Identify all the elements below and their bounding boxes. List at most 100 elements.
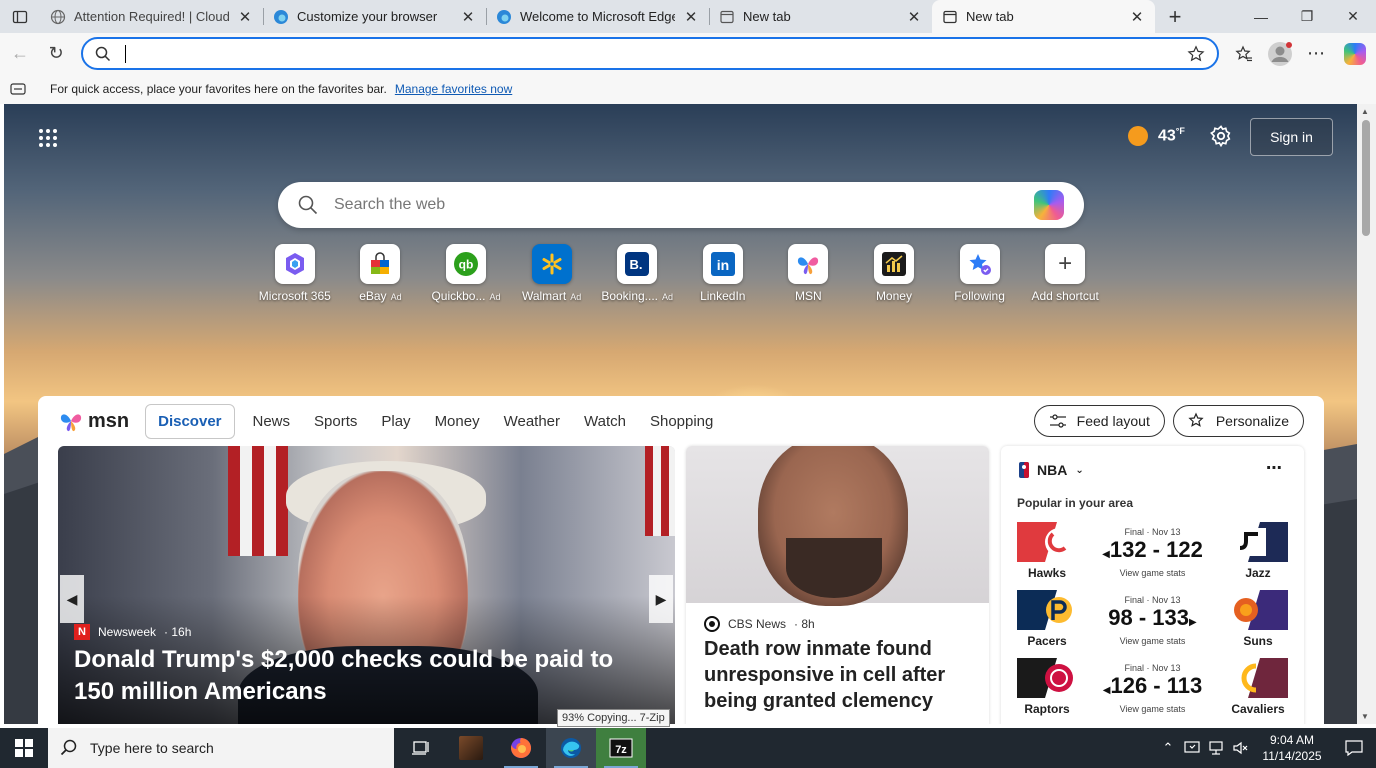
shortcut-booking[interactable]: B. Booking.... Ad (594, 244, 680, 303)
shortcut-walmart[interactable]: Walmart Ad (509, 244, 595, 303)
tray-chevron-up-icon[interactable]: ⌃ (1156, 740, 1180, 756)
tab-close-icon[interactable]: ✕ (906, 8, 922, 26)
msn-logo[interactable]: msn (58, 408, 129, 434)
view-game-stats-link[interactable]: View game stats (1097, 568, 1208, 578)
team-home: Pacers (1017, 590, 1097, 650)
shortcut-linkedin[interactable]: in LinkedIn (680, 244, 766, 303)
taskbar-edge[interactable] (546, 728, 596, 768)
tab-customize[interactable]: Customize your browser ✕ (263, 0, 486, 33)
profile-avatar[interactable] (1262, 41, 1298, 67)
copilot-icon[interactable] (1334, 42, 1376, 65)
taskbar-clock[interactable]: 9:04 AM 11/14/2025 (1252, 732, 1332, 764)
hero-news-card[interactable]: ◀ ▶ N Newsweek · 16h Donald Trump's $2,0… (58, 446, 675, 724)
restore-icon[interactable]: ❐ (1284, 0, 1330, 33)
tab-close-icon[interactable]: ✕ (1129, 8, 1145, 26)
more-options-icon[interactable]: ⋯ (1266, 458, 1282, 478)
view-game-stats-link[interactable]: View game stats (1097, 704, 1208, 714)
address-bar[interactable] (81, 37, 1219, 70)
tab-discover[interactable]: Discover (145, 403, 235, 439)
hero-headline[interactable]: Donald Trump's $2,000 checks could be pa… (74, 644, 659, 708)
tab-news[interactable]: News (241, 405, 303, 438)
scroll-down-icon[interactable]: ▼ (1361, 712, 1369, 721)
progress-tooltip: 93% Copying... 7-Zip (557, 709, 670, 727)
shortcut-msn[interactable]: MSN (766, 244, 852, 303)
favorites-icon[interactable] (1226, 45, 1262, 63)
tab-watch[interactable]: Watch (572, 405, 638, 438)
network-icon[interactable] (1204, 741, 1228, 755)
scroll-up-icon[interactable]: ▲ (1361, 107, 1369, 116)
address-input[interactable] (128, 45, 1187, 62)
tab-close-icon[interactable]: ✕ (237, 8, 253, 26)
apps-grid-icon[interactable] (38, 128, 58, 148)
game-row[interactable]: Pacers Final · Nov 13 98 - 133▶ View gam… (1017, 590, 1288, 650)
weather-widget[interactable]: 43°F (1128, 126, 1185, 146)
league-name: NBA (1037, 462, 1068, 478)
taskbar-7zip[interactable]: 7z (596, 728, 646, 768)
tab-cloudflare[interactable]: Attention Required! | Cloudflare ✕ (40, 0, 263, 33)
shortcut-label: Booking.... (601, 289, 659, 303)
tab-play[interactable]: Play (369, 405, 422, 438)
shortcut-microsoft-365[interactable]: Microsoft 365 (252, 244, 338, 303)
taskbar-search-box[interactable]: Type here to search (48, 728, 394, 768)
copilot-icon[interactable] (1034, 190, 1064, 220)
tab-actions-button[interactable] (0, 0, 40, 33)
carousel-prev-button[interactable]: ◀ (60, 575, 84, 623)
close-window-icon[interactable]: ✕ (1330, 0, 1376, 33)
view-game-stats-link[interactable]: View game stats (1097, 636, 1208, 646)
shortcut-add[interactable]: + Add shortcut (1022, 244, 1108, 303)
shortcut-following[interactable]: Following (937, 244, 1023, 303)
feed-layout-button[interactable]: Feed layout (1033, 405, 1165, 437)
taskbar-app-photo[interactable] (446, 728, 496, 768)
game-row[interactable]: Hawks Final · Nov 13 ◀132 - 122 View gam… (1017, 522, 1288, 582)
tab-close-icon[interactable]: ✕ (460, 8, 476, 26)
game-score: Final · Nov 13 ◀132 - 122 View game stat… (1097, 527, 1208, 578)
shortcut-label: MSN (795, 289, 822, 303)
shortcut-money[interactable]: Money (851, 244, 937, 303)
cavaliers-logo-icon (1241, 658, 1288, 698)
tab-welcome-edge[interactable]: Welcome to Microsoft Edge ✕ (486, 0, 709, 33)
tab-new-tab[interactable]: New tab ✕ (709, 0, 932, 33)
new-tab-button[interactable]: + (1155, 0, 1195, 33)
carousel-next-button[interactable]: ▶ (649, 575, 673, 623)
tab-close-icon[interactable]: ✕ (683, 8, 699, 26)
hawks-logo-icon (1017, 522, 1073, 562)
sign-in-button[interactable]: Sign in (1250, 118, 1333, 156)
manage-favorites-link[interactable]: Manage favorites now (395, 82, 512, 96)
favorites-bar-message: For quick access, place your favorites h… (50, 82, 387, 96)
tab-new-tab-active[interactable]: New tab ✕ (932, 0, 1155, 33)
weather-unit: °F (1175, 126, 1185, 137)
game-score: Final · Nov 13 ◀126 - 113 View game stat… (1097, 663, 1208, 714)
money-chart-icon (873, 244, 914, 284)
defender-icon[interactable] (1180, 741, 1204, 755)
taskbar-firefox[interactable] (496, 728, 546, 768)
game-row[interactable]: Raptors Final · Nov 13 ◀126 - 113 View g… (1017, 658, 1288, 718)
shortcut-quickbooks[interactable]: qb Quickbo... Ad (423, 244, 509, 303)
more-options-icon[interactable]: ⋯ (1298, 43, 1334, 64)
minimize-icon[interactable]: — (1238, 0, 1284, 33)
page-scrollbar[interactable]: ▲ ▼ (1357, 104, 1376, 724)
volume-muted-icon[interactable] (1228, 741, 1252, 755)
chevron-down-icon: ⌄ (1075, 464, 1084, 476)
scrollbar-thumb[interactable] (1362, 120, 1370, 236)
tab-money[interactable]: Money (423, 405, 492, 438)
notifications-button[interactable] (1332, 740, 1376, 756)
tab-title: Attention Required! | Cloudflare (74, 9, 229, 24)
tab-weather[interactable]: Weather (492, 405, 572, 438)
news-card-headline[interactable]: Death row inmate found unresponsive in c… (704, 636, 974, 714)
plus-icon: + (1168, 3, 1182, 29)
tab-sports[interactable]: Sports (302, 405, 369, 438)
news-card[interactable]: CBS News · 8h Death row inmate found unr… (686, 446, 989, 724)
taskbar: Type here to search 7z ⌃ 9:04 AM 11/14/2… (0, 728, 1376, 768)
personalize-button[interactable]: Personalize (1172, 405, 1304, 437)
shortcut-ebay[interactable]: eBay Ad (338, 244, 424, 303)
settings-gear-icon[interactable] (1210, 125, 1232, 147)
start-button[interactable] (0, 728, 48, 768)
refresh-button[interactable]: ↻ (38, 36, 74, 72)
favorite-star-icon[interactable] (1187, 44, 1205, 63)
task-view-button[interactable] (396, 728, 446, 768)
tab-shopping[interactable]: Shopping (638, 405, 725, 438)
web-search-box[interactable]: Search the web (278, 182, 1084, 228)
league-selector[interactable]: NBA ⌄ (1019, 462, 1084, 478)
back-button[interactable]: ← (2, 36, 38, 72)
ad-badge: Ad (390, 292, 402, 302)
